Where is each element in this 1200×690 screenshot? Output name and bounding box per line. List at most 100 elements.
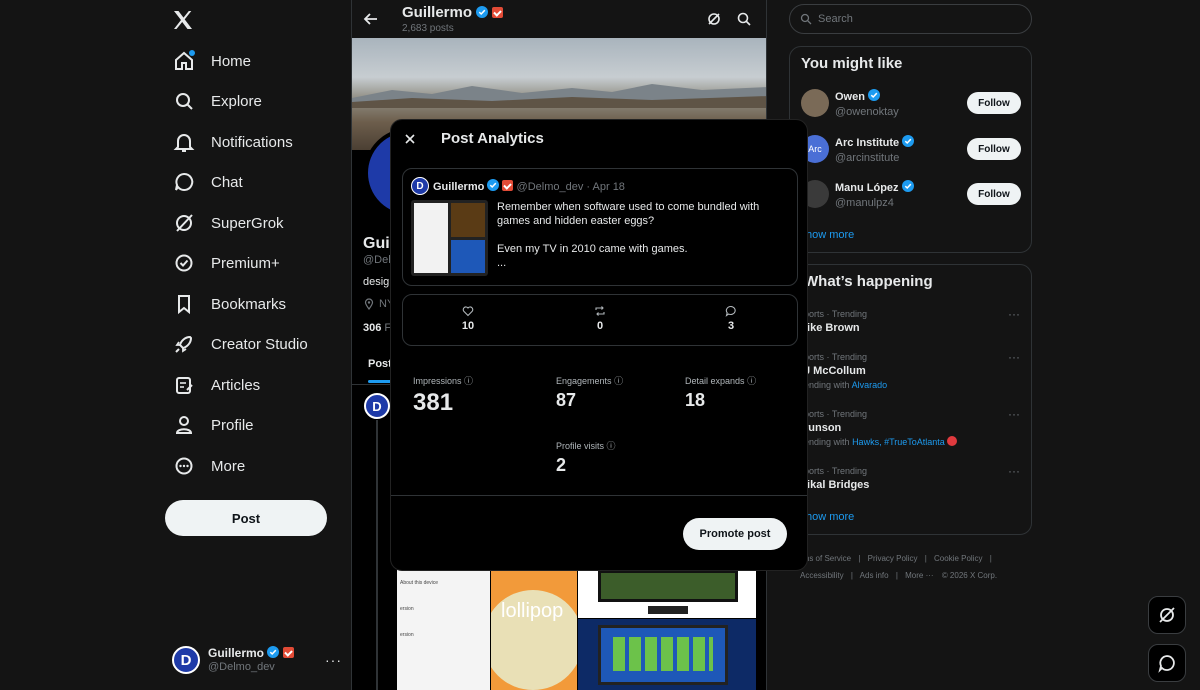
profile-visits-value: 2 — [556, 455, 567, 475]
reposts-count: 0 — [596, 320, 604, 332]
search-input[interactable]: Search — [789, 4, 1032, 34]
chat-icon — [1157, 653, 1177, 673]
verified-icon — [901, 180, 914, 192]
nav-label: Articles — [211, 376, 261, 394]
trend-meta: ports · Trending — [804, 352, 868, 362]
more-dots-icon[interactable]: ··· — [1008, 307, 1020, 321]
affiliate-badge-icon — [282, 647, 294, 658]
footer-link[interactable]: Cookie Policy — [934, 554, 982, 563]
affiliate-badge-icon — [502, 180, 514, 191]
settings-caption: ersion — [400, 632, 414, 638]
user-name[interactable]: Owen — [835, 91, 865, 103]
footer-link[interactable]: Ads info — [860, 571, 889, 580]
trend-title: likal Bridges — [804, 479, 870, 491]
back-arrow-icon[interactable] — [363, 11, 379, 27]
avatar[interactable] — [801, 89, 829, 117]
trend-item[interactable]: ports · Trending runson ending with Hawk… — [804, 407, 1004, 449]
search-icon[interactable] — [736, 11, 752, 27]
media-lollipop-image[interactable]: lollipop — [491, 570, 577, 690]
messages-fab-button[interactable] — [1148, 644, 1186, 682]
media-settings-screenshot[interactable]: About this device ersion ersion — [397, 570, 490, 690]
lollipop-text: lollipop — [501, 600, 564, 622]
trend-link[interactable]: Hawks, #TrueToAtlanta — [852, 437, 945, 447]
replies-count: 3 — [727, 320, 735, 332]
card-title: You might like — [801, 55, 903, 72]
footer-link[interactable]: Accessibility — [800, 571, 844, 580]
info-icon[interactable]: ⓘ — [607, 441, 616, 451]
trend-title: J McCollum — [804, 365, 866, 377]
media-tv-apps-image[interactable] — [578, 619, 756, 690]
media-tv-game-image[interactable] — [578, 570, 756, 618]
follow-button[interactable]: Follow — [967, 138, 1021, 160]
post-button[interactable]: Post — [165, 500, 327, 536]
trend-link[interactable]: Alvarado — [852, 380, 888, 390]
heart-icon — [453, 305, 483, 317]
nav-explore[interactable]: Explore — [165, 81, 262, 121]
nav-bookmarks[interactable]: Bookmarks — [165, 284, 286, 324]
nav-label: Explore — [211, 92, 262, 110]
user-name[interactable]: Arc Institute — [835, 137, 899, 149]
user-name[interactable]: Manu López — [835, 182, 899, 194]
follow-button[interactable]: Follow — [967, 92, 1021, 114]
nav-articles[interactable]: Articles — [165, 365, 260, 405]
more-dots-icon[interactable]: ··· — [1008, 464, 1020, 478]
tweet-preview-card[interactable]: D Guillermo @Delmo_dev · Apr 18 Remember… — [402, 168, 798, 286]
info-icon[interactable]: ⓘ — [614, 376, 623, 386]
articles-icon — [171, 372, 197, 398]
user-handle: @arcinstitute — [835, 152, 900, 164]
trend-item[interactable]: ports · Trending J McCollum ending with … — [804, 350, 1004, 392]
settings-caption: About this device — [400, 580, 439, 586]
post-author-avatar[interactable]: D — [364, 393, 390, 419]
nav-notifications[interactable]: Notifications — [165, 122, 293, 162]
grok-icon[interactable] — [706, 11, 722, 27]
info-icon[interactable]: ⓘ — [464, 376, 473, 386]
trend-item[interactable]: ports · Trending like Brown — [804, 307, 1004, 335]
nav-premium[interactable]: Premium+ — [165, 243, 280, 283]
x-logo-icon[interactable] — [171, 8, 195, 32]
nav-creator-studio[interactable]: Creator Studio — [165, 324, 308, 364]
user-handle: @owenoktay — [835, 106, 899, 118]
more-dots-icon[interactable]: ··· — [325, 652, 342, 668]
nav-profile[interactable]: Profile — [165, 405, 254, 445]
nav-supergrok[interactable]: SuperGrok — [165, 203, 284, 243]
following-count[interactable]: 306 — [363, 322, 381, 334]
close-icon[interactable] — [403, 132, 417, 146]
nav-more[interactable]: More — [165, 446, 245, 486]
tab-posts[interactable]: Post — [368, 358, 392, 370]
footer-links: rms of Service | Privacy Policy | Cookie… — [800, 554, 998, 580]
profile-visits-metric: Profile visits ⓘ 2 — [556, 439, 616, 476]
account-name: Guillermo — [208, 646, 265, 660]
more-dots-icon[interactable]: ··· — [1008, 407, 1020, 421]
engagements-value: 87 — [556, 390, 577, 410]
affiliate-badge-icon — [492, 7, 504, 18]
profile-header-name: Guillermo — [402, 4, 473, 21]
engagements-metric: Engagements ⓘ 87 — [556, 374, 623, 411]
nav-chat[interactable]: Chat — [165, 162, 243, 202]
footer-link[interactable]: Privacy Policy — [868, 554, 918, 563]
search-placeholder: Search — [818, 13, 853, 25]
reply-icon — [716, 305, 746, 317]
banner-mountains — [352, 78, 766, 108]
left-navigation: Home Explore Notifications Chat SuperGro… — [0, 0, 350, 690]
follow-button[interactable]: Follow — [967, 183, 1021, 205]
nav-home[interactable]: Home — [165, 41, 251, 81]
show-more-link[interactable]: how more — [806, 511, 854, 523]
more-dots-icon[interactable]: ··· — [1008, 350, 1020, 364]
bookmark-icon — [171, 291, 197, 317]
tweet-text-line: games and hidden easter eggs? — [497, 215, 655, 227]
search-icon — [171, 88, 197, 114]
tweet-date: · Apr 18 — [586, 181, 625, 193]
promote-post-button[interactable]: Promote post — [683, 518, 787, 550]
settings-caption: ersion — [400, 606, 414, 612]
copyright: © 2026 X Corp. — [941, 571, 998, 580]
account-switcher[interactable]: D Guillermo @Delmo_dev ··· — [172, 640, 342, 680]
impressions-value: 381 — [413, 389, 454, 416]
grok-fab-button[interactable] — [1148, 596, 1186, 634]
footer-link[interactable]: More ··· — [905, 571, 933, 580]
trend-item[interactable]: ports · Trending likal Bridges — [804, 464, 1004, 492]
tweet-text-ellipsis: ... — [497, 257, 507, 269]
info-icon[interactable]: ⓘ — [747, 376, 756, 386]
show-more-link[interactable]: how more — [806, 229, 854, 241]
person-icon — [171, 412, 197, 438]
account-avatar: D — [172, 646, 200, 674]
